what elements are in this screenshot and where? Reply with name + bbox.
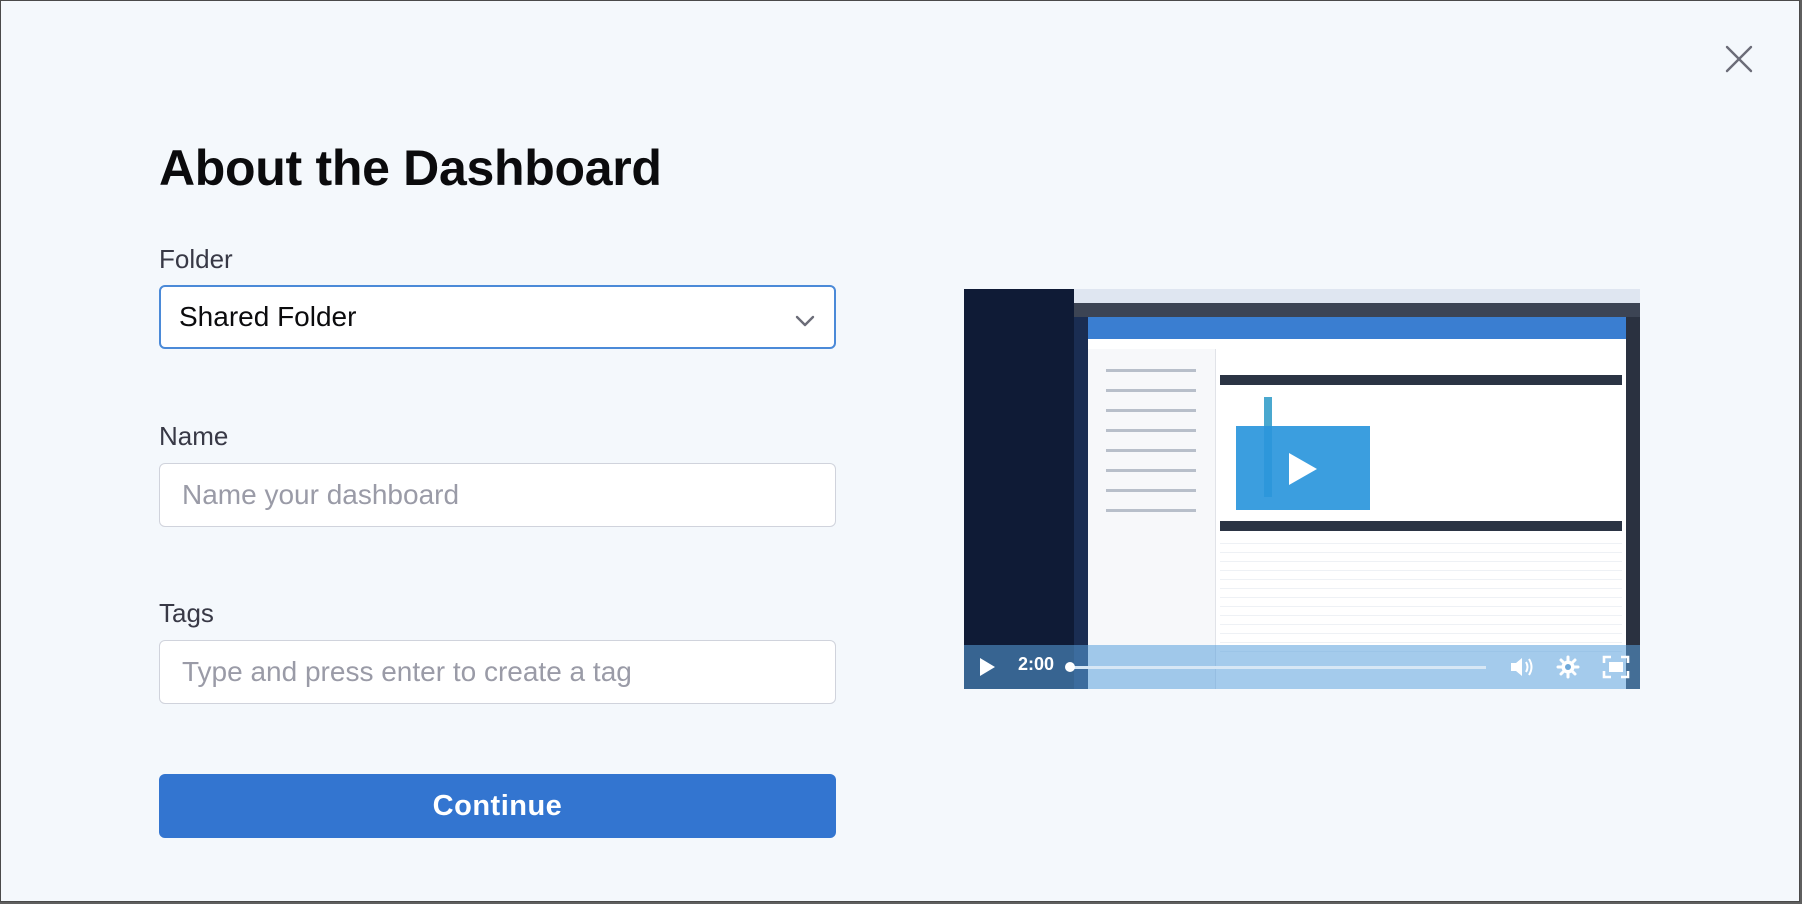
fullscreen-icon[interactable] [1602,655,1630,679]
play-icon [1289,453,1317,485]
video-thumbnail-line [1106,469,1196,472]
video-thumbnail-line [1106,389,1196,392]
tags-label: Tags [159,598,214,628]
video-duration: 2:00 [1018,654,1055,674]
video-thumbnail-table [1220,535,1622,655]
folder-select-value: Shared Folder [179,301,357,332]
video-thumbnail-panel-header [1088,317,1626,339]
name-input[interactable] [182,479,813,511]
play-icon[interactable] [976,656,998,678]
tags-input[interactable] [182,656,813,688]
video-controls: 2:00 [964,645,1640,689]
video-thumbnail-toolbar [1074,303,1640,317]
video-player[interactable]: 2:00 [964,289,1640,689]
volume-icon[interactable] [1509,655,1535,679]
chevron-down-icon [794,307,816,329]
video-progress-track[interactable] [1068,666,1486,669]
video-progress-handle[interactable] [1065,662,1075,672]
big-play-button[interactable] [1236,426,1370,510]
video-thumbnail-data-bar [1220,521,1622,531]
about-dashboard-dialog: About the Dashboard Folder Shared Folder… [0,0,1800,902]
folder-label: Folder [159,244,233,274]
video-thumbnail-nav [964,289,1074,689]
video-thumbnail-topbar [1074,289,1640,303]
dialog-title: About the Dashboard [159,140,662,196]
video-thumbnail-line [1106,409,1196,412]
folder-select[interactable]: Shared Folder [159,285,836,349]
video-thumbnail-viz-bar [1220,375,1622,385]
video-thumbnail-line [1106,509,1196,512]
continue-button[interactable]: Continue [159,774,836,838]
close-icon[interactable] [1721,41,1757,77]
video-thumbnail-line [1106,449,1196,452]
name-label: Name [159,421,229,451]
video-thumbnail-line [1106,489,1196,492]
settings-gear-icon[interactable] [1556,655,1580,679]
name-field-wrapper [159,463,836,527]
video-thumbnail-line [1106,369,1196,372]
video-thumbnail-line [1106,429,1196,432]
video-thumbnail-sidebar [1088,349,1216,689]
tags-field-wrapper [159,640,836,704]
